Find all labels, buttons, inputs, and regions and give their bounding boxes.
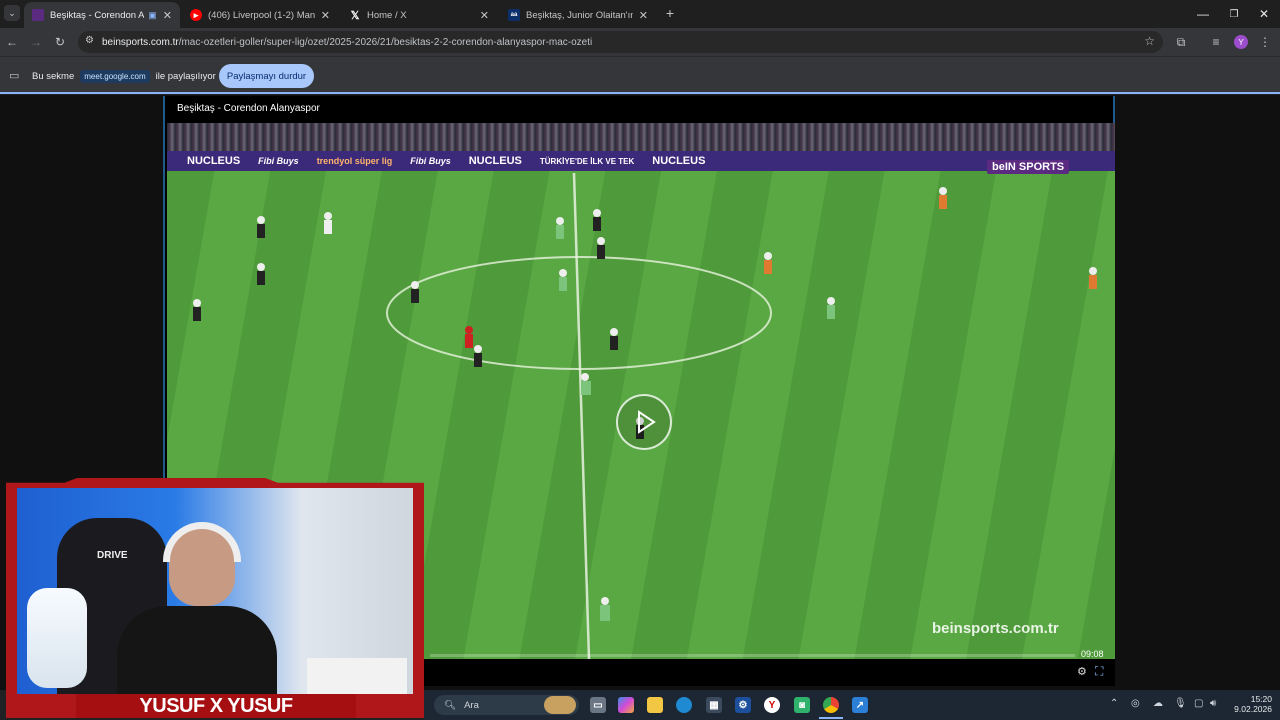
fullscreen-icon[interactable]: ⛶ (1095, 664, 1103, 679)
url-domain: beinsports.com.tr (102, 36, 179, 48)
tab-besiktas[interactable]: Beşiktaş - Corendon Alanyaspor ▣ ✕ (24, 2, 180, 28)
new-tab-icon[interactable]: + (662, 5, 678, 21)
extensions-icon[interactable]: ⧉ (1172, 33, 1190, 51)
search-icon: 🔍︎ (444, 699, 457, 711)
copilot-icon[interactable] (618, 697, 634, 713)
app-icon[interactable]: ⚙ (735, 697, 751, 713)
close-window-icon[interactable]: ✕ (1252, 4, 1276, 24)
youtube-icon: ▸ (190, 9, 202, 21)
task-view-icon[interactable]: ▭ (590, 697, 606, 713)
reload-icon[interactable]: ↻ (51, 33, 69, 51)
sharing-icon: ▣ (148, 9, 157, 20)
pinned-app-icon[interactable]: ↗ (852, 697, 868, 713)
yandex-icon[interactable]: Y (764, 697, 780, 713)
webcam-overlay: DRIVE YUSUF X YUSUF (6, 478, 424, 718)
screen-share-icon: ▭ (9, 70, 20, 82)
tab-title: (406) Liverpool (1-2) Manchester (208, 9, 315, 21)
menu-kebab-icon[interactable]: ⋮ (1256, 33, 1274, 51)
messaging-icon[interactable]: ◙ (794, 697, 810, 713)
edge-icon[interactable] (676, 697, 692, 713)
microphone-icon[interactable]: 🎙︎ (1174, 698, 1187, 709)
webcam-feed: DRIVE (17, 488, 413, 694)
active-app-indicator (819, 717, 843, 719)
search-placeholder: Ara (464, 699, 479, 711)
tab-x[interactable]: 𝕏 Home / X ✕ (341, 2, 497, 28)
browser-toolbar: ← → ↻ ⚙ beinsports.com.tr/mac-ozetleri-g… (0, 28, 1280, 56)
onedrive-icon[interactable]: ☁ (1153, 698, 1163, 709)
file-explorer-icon[interactable] (647, 697, 663, 713)
url-path: /mac-ozetleri-goller/super-lig/ozet/2025… (178, 36, 593, 48)
stop-sharing-button[interactable]: Paylaşmayı durdur (219, 64, 314, 88)
close-tab-icon[interactable]: ✕ (321, 9, 330, 22)
chair-brand: DRIVE (97, 550, 128, 561)
tab-search-button[interactable]: ⌄ (4, 5, 20, 21)
clock-time: 15:20 (1250, 694, 1272, 704)
news-icon: aa (508, 9, 520, 21)
bein-watermark: beinsports.com.tr (932, 620, 1059, 637)
tray-app-icon[interactable]: ◎ (1131, 698, 1140, 709)
tab-youtube[interactable]: ▸ (406) Liverpool (1-2) Manchester ✕ (182, 2, 338, 28)
tab-sharing-infobar: ▭ Bu sekme meet.google.com ile paylaşılı… (0, 56, 1280, 94)
sharing-domain-chip: meet.google.com (80, 70, 150, 83)
headphones (163, 522, 241, 562)
close-tab-icon[interactable]: ✕ (163, 9, 172, 22)
tab-title: Home / X (367, 9, 407, 21)
sharing-suffix: ile paylaşılıyor (155, 71, 216, 82)
tab-title: Beşiktaş - Corendon Alanyaspor (50, 9, 145, 21)
tab-title: Beşiktaş, Junior Olaitan'ın transfer (526, 9, 633, 21)
sharing-message: Bu sekme meet.google.com ile paylaşılıyo… (32, 70, 216, 83)
bookmark-star-icon[interactable]: ☆ (1144, 34, 1155, 48)
minimize-icon[interactable]: — (1191, 4, 1215, 24)
address-bar[interactable]: ⚙ beinsports.com.tr/mac-ozetleri-goller/… (78, 31, 1163, 53)
play-button[interactable] (616, 394, 672, 450)
site-info-icon[interactable]: ⚙ (85, 35, 94, 46)
widget-icon[interactable] (544, 696, 576, 714)
media-control-icon[interactable]: ≡ (1207, 33, 1225, 51)
network-icon[interactable]: ▢ (1194, 698, 1203, 709)
video-duration: 09:08 (1081, 649, 1104, 659)
clock-date: 9.02.2026 (1234, 704, 1272, 714)
microphone (27, 588, 87, 688)
x-icon: 𝕏 (350, 9, 360, 22)
windows-taskbar: 🔍︎ Ara ▭ ▦ ⚙ Y ◙ ↗ ⌃ ◎ ☁ 🎙︎ ▢ 🔊︎ 15:20 9… (424, 690, 1280, 720)
forward-icon[interactable]: → (27, 33, 45, 51)
streamer-body (117, 606, 277, 694)
back-icon[interactable]: ← (3, 33, 21, 51)
chrome-icon[interactable] (823, 697, 839, 713)
sharing-prefix: Bu sekme (32, 71, 75, 82)
volume-icon[interactable]: 🔊︎ (1210, 698, 1216, 709)
bein-icon (32, 9, 44, 21)
close-tab-icon[interactable]: ✕ (639, 9, 648, 22)
video-title: Beşiktaş - Corendon Alanyaspor (177, 103, 320, 114)
tab-strip: ⌄ Beşiktaş - Corendon Alanyaspor ▣ ✕ ▸ (… (0, 0, 1280, 28)
play-icon (638, 410, 656, 434)
tray-overflow-icon[interactable]: ⌃ (1110, 698, 1118, 709)
settings-gear-icon[interactable]: ⚙ (1077, 665, 1087, 678)
profile-avatar[interactable]: Y (1234, 35, 1248, 49)
desk-paper (307, 658, 407, 694)
tab-news[interactable]: aa Beşiktaş, Junior Olaitan'ın transfer … (500, 2, 656, 28)
streamer-name: YUSUF X YUSUF (76, 694, 356, 718)
seek-bar[interactable] (430, 654, 1075, 657)
store-icon[interactable]: ▦ (706, 697, 722, 713)
system-clock[interactable]: 15:20 9.02.2026 (1228, 694, 1272, 714)
restore-icon[interactable]: ❐ (1222, 4, 1246, 24)
close-tab-icon[interactable]: ✕ (480, 9, 489, 22)
